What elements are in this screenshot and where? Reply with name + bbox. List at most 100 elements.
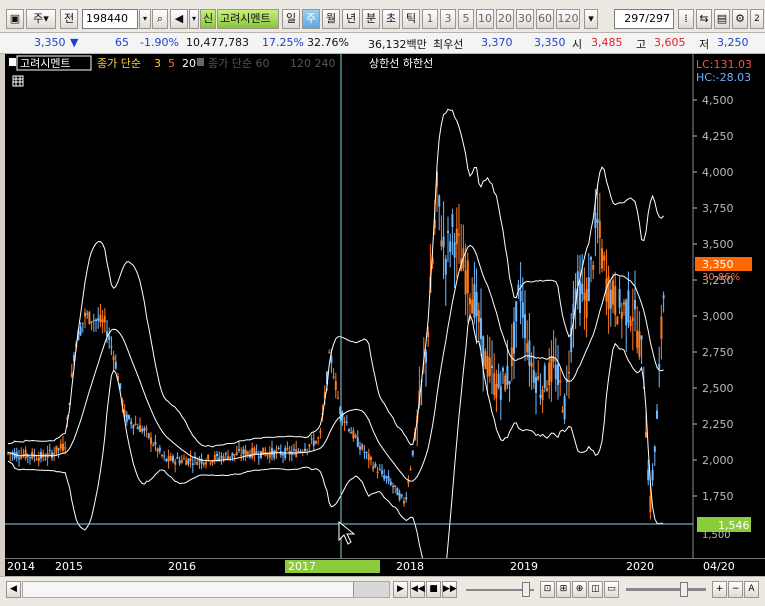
candle-body	[174, 461, 177, 465]
market-select[interactable]: 주▾	[26, 9, 56, 29]
x-label-2019: 2019	[510, 560, 538, 573]
candle-body	[359, 446, 361, 450]
interval-30[interactable]: 30	[516, 9, 534, 29]
stop-icon[interactable]: ■	[426, 581, 441, 598]
stock-code-input[interactable]: 198440	[82, 9, 138, 29]
candle-body	[513, 322, 515, 354]
price-tick-label: 3,000	[702, 310, 734, 323]
candle-body	[653, 446, 656, 452]
ask-price: 3,370	[481, 36, 513, 49]
page-counter: 297/297	[614, 9, 674, 29]
chart-type-icon[interactable]: ▣	[6, 9, 24, 29]
x-label-2020: 2020	[626, 560, 654, 573]
zoom-slider-track[interactable]	[626, 588, 706, 591]
candle-body	[557, 364, 559, 386]
rewind-icon[interactable]: ◀◀	[410, 581, 425, 598]
candle-body	[583, 292, 586, 301]
candle-body	[55, 445, 58, 453]
price-tick-label: 4,500	[702, 94, 734, 107]
candle-body	[502, 367, 504, 372]
x-label-2015: 2015	[55, 560, 83, 573]
candle-body	[134, 423, 137, 425]
toolbar: ▣ 주▾ 전 198440 ▾ ⌕ ◀ ▾ 신 고려시멘트 일 주 월 년 분 …	[0, 0, 765, 33]
low-price: 3,250	[717, 36, 749, 49]
ratio: 32.76%	[307, 36, 349, 49]
tab-tick[interactable]: 틱	[402, 9, 420, 29]
interval-20[interactable]: 20	[496, 9, 514, 29]
candle-body	[81, 322, 84, 324]
scroll-right-icon[interactable]: ▶	[393, 581, 408, 598]
tab-week[interactable]: 주	[302, 9, 320, 29]
candle-body	[110, 346, 113, 348]
candle-body	[220, 455, 223, 458]
candle-body	[354, 435, 357, 438]
interval-10[interactable]: 10	[476, 9, 494, 29]
save-icon[interactable]: ▤	[714, 9, 730, 29]
candle-body	[493, 373, 496, 395]
candle-body	[464, 270, 467, 295]
new-stock-badge: 신	[200, 9, 216, 29]
sound-icon[interactable]: ◀	[170, 9, 188, 29]
market-label: 주	[33, 12, 44, 25]
tab-year[interactable]: 년	[342, 9, 360, 29]
full-view-icon[interactable]: ▭	[604, 581, 619, 598]
zoom-reset-icon[interactable]: ⊞	[556, 581, 571, 598]
font-size-icon[interactable]: A	[744, 581, 759, 598]
fast-forward-icon[interactable]: ▶▶	[442, 581, 457, 598]
settings-icon[interactable]: ⚙	[732, 9, 748, 29]
candle-body	[581, 283, 584, 294]
tab-month[interactable]: 월	[322, 9, 340, 29]
candle-body	[317, 437, 320, 439]
x-label-2017[interactable]: 2017	[285, 560, 380, 573]
scroll-left-icon[interactable]: ◀	[6, 581, 21, 598]
candle-body	[550, 356, 553, 382]
zoom-out-icon[interactable]: −	[728, 581, 743, 598]
search-icon[interactable]: ⌕	[152, 9, 168, 29]
compare-icon[interactable]: ⇆	[696, 9, 712, 29]
period-dropdown-icon[interactable]: ▾	[584, 9, 598, 29]
candle-body	[651, 470, 654, 481]
chart-canvas[interactable]: 고려시멘트 종가 단순 3 5 20 종가 단순 60 120 240 상한선 …	[5, 54, 765, 558]
candle-body	[631, 317, 634, 322]
zoom-fit-icon[interactable]: ⊡	[540, 581, 555, 598]
candle-body	[535, 377, 537, 393]
candle-body	[156, 448, 159, 452]
scroll-thumb[interactable]	[353, 582, 389, 597]
more-icon[interactable]: 2	[750, 9, 764, 29]
speed-slider-thumb[interactable]	[522, 582, 530, 597]
interval-60[interactable]: 60	[536, 9, 554, 29]
split-view-icon[interactable]: ◫	[588, 581, 603, 598]
stock-name-label[interactable]: 고려시멘트	[217, 9, 279, 29]
high-price: 3,605	[654, 36, 686, 49]
zoom-in-icon[interactable]: +	[712, 581, 727, 598]
candle-body	[161, 454, 163, 456]
current-price: 3,350	[34, 36, 66, 49]
interval-1[interactable]: 1	[422, 9, 438, 29]
candle-body	[180, 459, 183, 463]
tab-minute[interactable]: 분	[362, 9, 380, 29]
candle-body	[656, 410, 658, 419]
interval-5[interactable]: 5	[458, 9, 474, 29]
crosshair-toggle-icon[interactable]: ⊕	[572, 581, 587, 598]
candle-body	[548, 362, 551, 386]
candle-body	[614, 286, 617, 315]
candle-body	[130, 421, 133, 425]
code-dropdown-icon[interactable]: ▾	[139, 9, 151, 29]
sound-dropdown-icon[interactable]: ▾	[189, 9, 199, 29]
price-chart[interactable]: 고려시멘트 종가 단순 3 5 20 종가 단순 60 120 240 상한선 …	[5, 54, 765, 558]
candle-body	[334, 381, 337, 391]
zoom-slider-thumb[interactable]	[680, 582, 688, 597]
candle-body	[403, 500, 405, 504]
period-button[interactable]: 전	[60, 9, 78, 29]
horizontal-scrollbar[interactable]	[22, 581, 390, 598]
candle-body	[623, 302, 625, 305]
candle-body	[363, 451, 366, 453]
interval-3[interactable]: 3	[440, 9, 456, 29]
candle-body	[411, 450, 414, 456]
candle-body	[202, 462, 205, 465]
interval-120[interactable]: 120	[556, 9, 580, 29]
tab-day[interactable]: 일	[282, 9, 300, 29]
tab-second[interactable]: 초	[382, 9, 400, 29]
grid-icon[interactable]: ⁞	[678, 9, 694, 29]
hc-label: HC:-28.03	[696, 71, 751, 84]
